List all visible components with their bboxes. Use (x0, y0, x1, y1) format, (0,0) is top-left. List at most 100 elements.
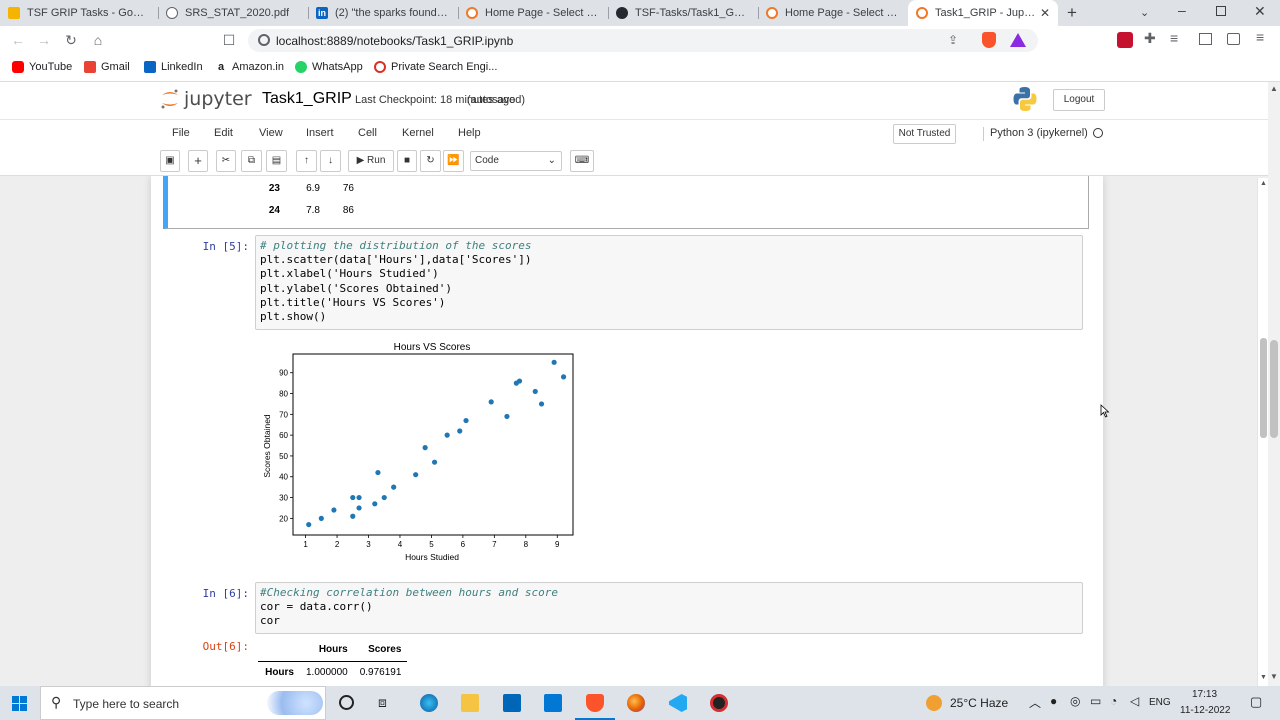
site-info-icon[interactable] (258, 34, 270, 46)
bookmark-youtube[interactable]: YouTube (12, 61, 72, 73)
row-index: 23 (268, 182, 280, 194)
scrollbar-thumb[interactable] (1270, 340, 1278, 438)
scroll-up-icon[interactable]: ▲ (1260, 180, 1267, 187)
back-icon[interactable]: ← (8, 30, 28, 50)
browser-tab[interactable]: SRS_STAT_2020.pdf (158, 0, 308, 26)
bookmark-linkedin[interactable]: LinkedIn (144, 61, 203, 73)
cortana-icon[interactable] (339, 695, 354, 710)
notebook-scrollbar[interactable]: ▲ ▼ (1257, 178, 1268, 686)
scatter-point (463, 417, 469, 424)
menu-file[interactable]: File (172, 127, 190, 139)
jupyter-logo[interactable]: jupyter (160, 88, 252, 110)
table-header-row: Hours Scores (258, 639, 408, 661)
scrollbar-thumb[interactable] (1260, 338, 1267, 438)
menu-insert[interactable]: Insert (306, 127, 334, 139)
bookmark-icon[interactable]: ☐ (219, 30, 239, 50)
move-down-icon[interactable]: ↓ (320, 150, 341, 172)
brave-rewards-icon[interactable] (1010, 33, 1026, 47)
wifi-icon[interactable]: ◔ (1110, 694, 1117, 708)
tray-chevron-icon[interactable]: ︿ (1029, 694, 1041, 711)
vscode-icon[interactable] (669, 694, 687, 712)
logout-button[interactable]: Logout (1053, 89, 1105, 111)
mail-icon[interactable] (544, 694, 562, 712)
brave-shield-icon[interactable] (982, 32, 996, 48)
clock-date[interactable]: 11-12-2022 (1180, 705, 1230, 716)
tab-search-chevron-icon[interactable]: ⌄ (1140, 6, 1149, 19)
x-tick-label: 3 (366, 540, 371, 549)
save-icon[interactable]: ▣ (160, 150, 180, 172)
store-icon[interactable] (503, 694, 521, 712)
new-tab-icon[interactable]: + (1067, 3, 1077, 23)
browser-tab[interactable]: in (2) "the sparks foundation" (308, 0, 458, 26)
restore-icon[interactable] (1216, 6, 1226, 16)
close-tab-icon[interactable]: ✕ (1040, 6, 1050, 20)
home-icon[interactable]: ⌂ (88, 30, 108, 50)
app-icon[interactable] (710, 694, 728, 712)
menu-cell[interactable]: Cell (358, 127, 377, 139)
restart-run-all-icon[interactable]: ⏩ (443, 150, 464, 172)
firefox-icon[interactable] (627, 694, 645, 712)
bookmark-gmail[interactable]: Gmail (84, 61, 130, 73)
menu-view[interactable]: View (259, 127, 283, 139)
extension-icon[interactable] (1117, 32, 1133, 48)
paste-icon[interactable]: ▤ (266, 150, 287, 172)
menu-edit[interactable]: Edit (214, 127, 233, 139)
browser-tab[interactable]: Home Page - Select or crea (458, 0, 608, 26)
language-indicator[interactable]: ENG (1149, 697, 1171, 708)
edge-icon[interactable] (420, 694, 438, 712)
notebook-title[interactable]: Task1_GRIP (262, 90, 352, 108)
copy-icon[interactable]: ⧉ (241, 150, 262, 172)
command-palette-keyboard-icon[interactable]: ⌨ (570, 150, 594, 172)
browser-tab-active[interactable]: Task1_GRIP - Jupyter N ✕ (908, 0, 1058, 26)
minimize-icon[interactable]: – (1178, 2, 1186, 18)
volume-icon[interactable]: ◁ (1130, 694, 1139, 708)
extensions-puzzle-icon[interactable]: ✚ (1144, 30, 1156, 47)
taskbar-search-box[interactable]: ⚲ Type here to search (40, 686, 326, 720)
weather-text[interactable]: 25°C Haze (950, 696, 1008, 710)
menu-icon[interactable]: ≡ (1256, 29, 1264, 45)
camera-icon[interactable]: ◎ (1070, 694, 1080, 708)
address-bar[interactable]: localhost:8889/notebooks/Task1_GRIP.ipyn… (248, 29, 1038, 52)
menu-help[interactable]: Help (458, 127, 481, 139)
stop-icon[interactable]: ■ (397, 150, 417, 172)
scroll-up-icon[interactable]: ▲ (1270, 84, 1278, 93)
restart-icon[interactable]: ↻ (420, 150, 441, 172)
insert-cell-icon[interactable]: + (188, 150, 208, 172)
clock-time[interactable]: 17:13 (1192, 689, 1217, 700)
brave-icon[interactable] (586, 694, 604, 712)
task-view-icon[interactable]: ⧈ (378, 694, 387, 711)
share-icon[interactable]: ⇪ (948, 33, 958, 47)
bookmark-amazon[interactable]: a Amazon.in (215, 61, 284, 73)
code-cell-editor[interactable]: #Checking correlation between hours and … (255, 582, 1083, 634)
kernel-name[interactable]: Python 3 (ipykernel) (990, 127, 1088, 139)
page-scrollbar[interactable]: ▲ ▼ (1268, 82, 1280, 686)
cut-icon[interactable]: ✂ (216, 150, 236, 172)
selected-cell[interactable]: 23 6.9 76 24 7.8 86 (163, 176, 1089, 229)
menu-kernel[interactable]: Kernel (402, 127, 434, 139)
move-up-icon[interactable]: ↑ (296, 150, 317, 172)
battery-icon[interactable]: ▭ (1090, 694, 1101, 708)
windows-start-icon[interactable] (12, 696, 27, 711)
scroll-down-icon[interactable]: ▼ (1270, 672, 1278, 681)
reading-list-icon[interactable]: ≡ (1170, 30, 1178, 46)
browser-tab[interactable]: Home Page - Select or crea (758, 0, 908, 26)
forward-icon[interactable]: → (34, 30, 54, 50)
y-tick-label: 60 (279, 431, 288, 440)
code-cell-editor[interactable]: # plotting the distribution of the score… (255, 235, 1083, 330)
scroll-down-icon[interactable]: ▼ (1260, 674, 1267, 681)
run-button[interactable]: ▶ Run (348, 150, 394, 172)
cell-type-select[interactable]: Code ⌄ (470, 151, 562, 171)
reload-icon[interactable]: ↻ (61, 30, 81, 50)
notifications-icon[interactable]: ▢ (1250, 694, 1262, 710)
microphone-icon[interactable]: ● (1050, 694, 1057, 708)
close-window-icon[interactable]: ✕ (1254, 3, 1266, 20)
bookmark-whatsapp[interactable]: WhatsApp (295, 61, 363, 73)
file-explorer-icon[interactable] (461, 694, 479, 712)
browser-tab[interactable]: TSF GRIP Tasks - Google Sli (0, 0, 158, 26)
bookmark-private-search[interactable]: Private Search Engi... (374, 61, 497, 73)
sidebar-icon[interactable] (1199, 33, 1212, 45)
weather-icon[interactable] (926, 695, 942, 711)
trust-status-button[interactable]: Not Trusted (893, 124, 956, 144)
browser-tab[interactable]: TSF-Tasks/Task1_GRIP.ipynb (608, 0, 758, 26)
wallet-icon[interactable] (1227, 33, 1240, 45)
